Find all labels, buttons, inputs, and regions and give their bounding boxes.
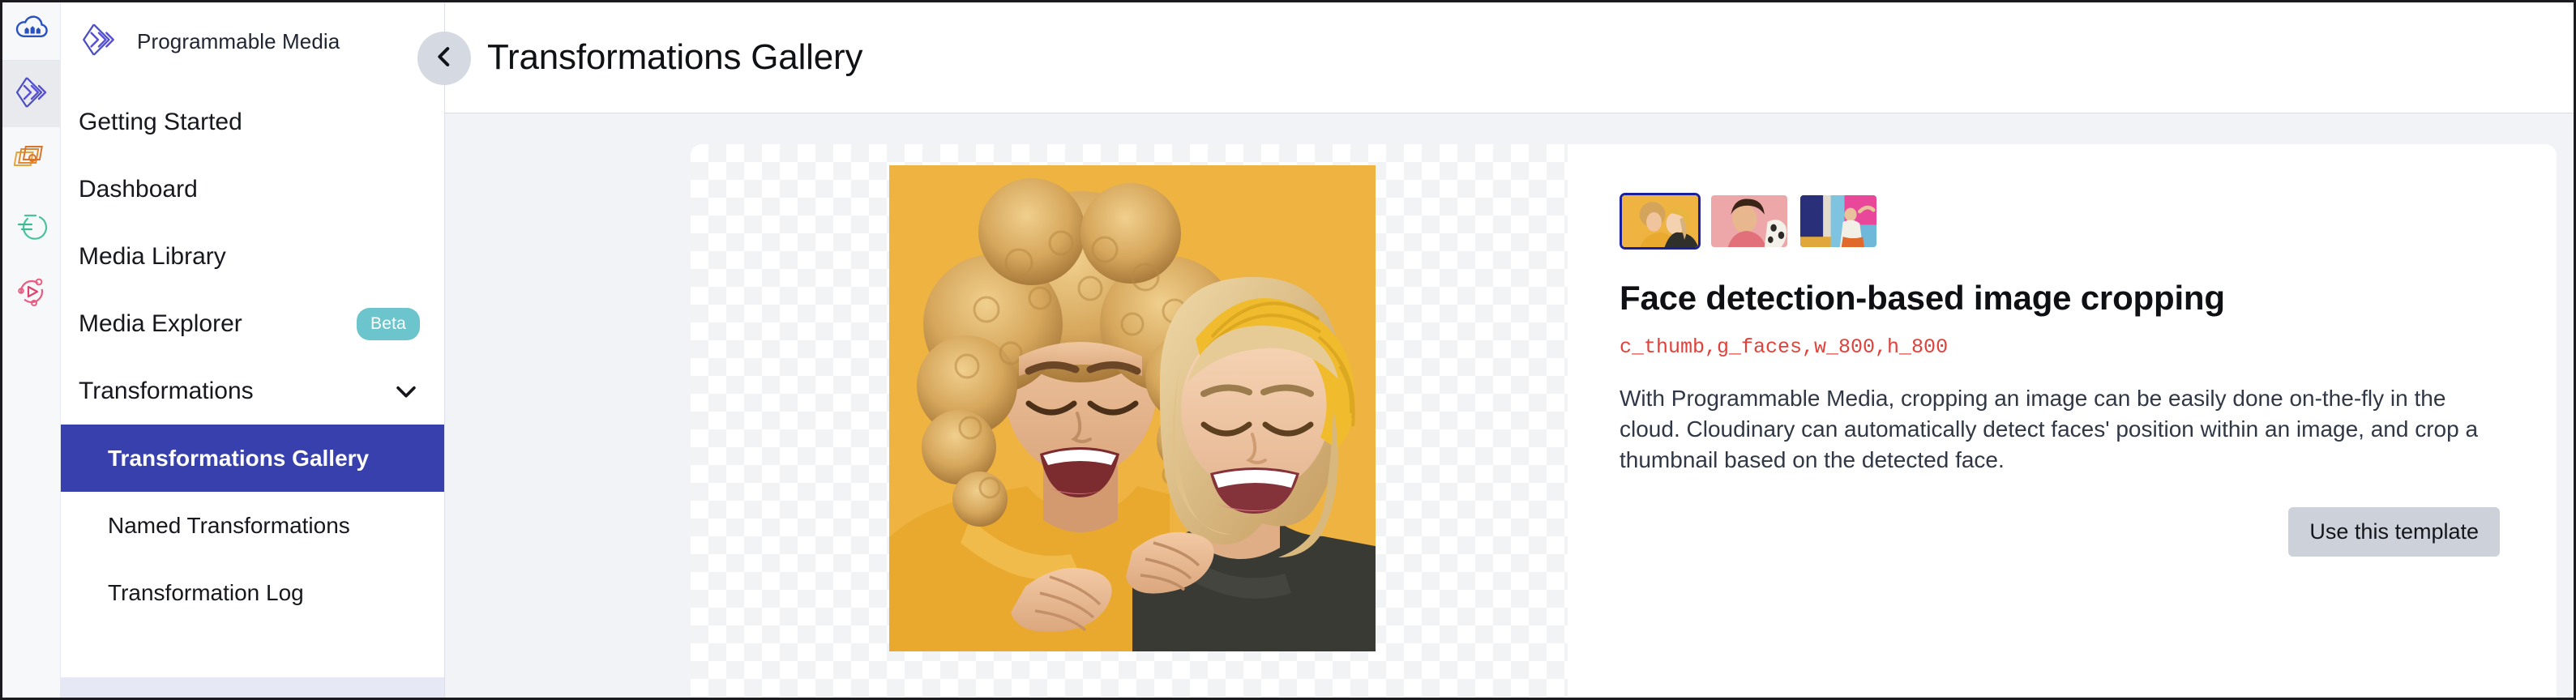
thumbnail-two-women-yellow[interactable] bbox=[1620, 193, 1701, 250]
video-play-icon bbox=[14, 274, 49, 314]
sidebar-item-label: Getting Started bbox=[79, 108, 242, 135]
app-window: Programmable Media Getting Started Dashb… bbox=[0, 0, 2576, 700]
sidebar-item-label: Transformation Log bbox=[108, 579, 304, 605]
transformation-detail-card: Face detection-based image cropping c_th… bbox=[691, 144, 2557, 698]
chevron-down-icon bbox=[392, 378, 420, 405]
sidebar-item-label: Media Library bbox=[79, 242, 226, 270]
page-title: Transformations Gallery bbox=[487, 37, 863, 77]
sidebar-item-hover-strip[interactable] bbox=[61, 677, 444, 698]
sidebar-item-named-transformations[interactable]: Named Transformations bbox=[61, 492, 444, 559]
transformation-code: c_thumb,g_faces,w_800,h_800 bbox=[1620, 335, 1949, 359]
programmable-media-icon bbox=[12, 73, 51, 116]
status-badge-beta: Beta bbox=[357, 307, 420, 340]
transformation-title: Face detection-based image cropping bbox=[1620, 279, 2225, 317]
sidebar-item-media-explorer[interactable]: Media Explorer Beta bbox=[61, 290, 444, 357]
sidebar: Programmable Media Getting Started Dashb… bbox=[61, 2, 445, 698]
rail-item-media-library[interactable] bbox=[2, 127, 61, 194]
sidebar-item-dashboard[interactable]: Dashboard bbox=[61, 156, 444, 223]
sidebar-brand-label: Programmable Media bbox=[137, 28, 340, 53]
sidebar-item-media-library[interactable]: Media Library bbox=[61, 223, 444, 290]
chevron-left-icon bbox=[430, 43, 458, 75]
sidebar-item-label: Media Explorer bbox=[79, 309, 242, 337]
sidebar-item-getting-started[interactable]: Getting Started bbox=[61, 88, 444, 156]
cloudinary-logo[interactable] bbox=[2, 2, 61, 61]
page-header: Transformations Gallery bbox=[445, 2, 2574, 113]
variant-thumbnail-strip bbox=[1620, 193, 2503, 250]
sidebar-item-label: Transformations bbox=[79, 377, 254, 404]
sidebar-item-label: Transformations Gallery bbox=[108, 445, 370, 471]
thumbnail-woman-pink[interactable] bbox=[1709, 193, 1790, 250]
preview-image-two-women bbox=[889, 165, 1376, 651]
sidebar-item-label: Named Transformations bbox=[108, 512, 350, 538]
product-rail bbox=[2, 2, 61, 698]
programmable-media-icon bbox=[79, 19, 119, 64]
assets-stack-icon bbox=[13, 141, 49, 181]
transformation-description: With Programmable Media, cropping an ima… bbox=[1620, 386, 2479, 472]
sidebar-item-transformations-gallery[interactable]: Transformations Gallery bbox=[61, 425, 444, 492]
cta-row: Use this template bbox=[1620, 507, 2503, 557]
rail-item-mediaflows[interactable] bbox=[2, 194, 61, 260]
transformation-details: Face detection-based image cropping c_th… bbox=[1568, 144, 2557, 698]
rail-item-programmable-media[interactable] bbox=[2, 61, 61, 127]
sidebar-item-transformations[interactable]: Transformations bbox=[61, 357, 444, 425]
transformation-preview bbox=[691, 144, 1568, 698]
use-this-template-button[interactable]: Use this template bbox=[2288, 507, 2500, 557]
sidebar-brand[interactable]: Programmable Media bbox=[61, 2, 444, 80]
sidebar-nav: Getting Started Dashboard Media Library … bbox=[61, 80, 444, 626]
sidebar-item-label: Dashboard bbox=[79, 175, 198, 203]
sidebar-collapse-button[interactable] bbox=[417, 32, 471, 85]
cloudinary-cloud-logo-icon bbox=[15, 15, 49, 47]
sidebar-item-transformation-log[interactable]: Transformation Log bbox=[61, 559, 444, 626]
main-content: Face detection-based image cropping c_th… bbox=[445, 113, 2574, 698]
sync-flow-icon bbox=[14, 207, 49, 247]
rail-item-video[interactable] bbox=[2, 260, 61, 327]
thumbnail-street-blue-pink[interactable] bbox=[1798, 193, 1879, 250]
